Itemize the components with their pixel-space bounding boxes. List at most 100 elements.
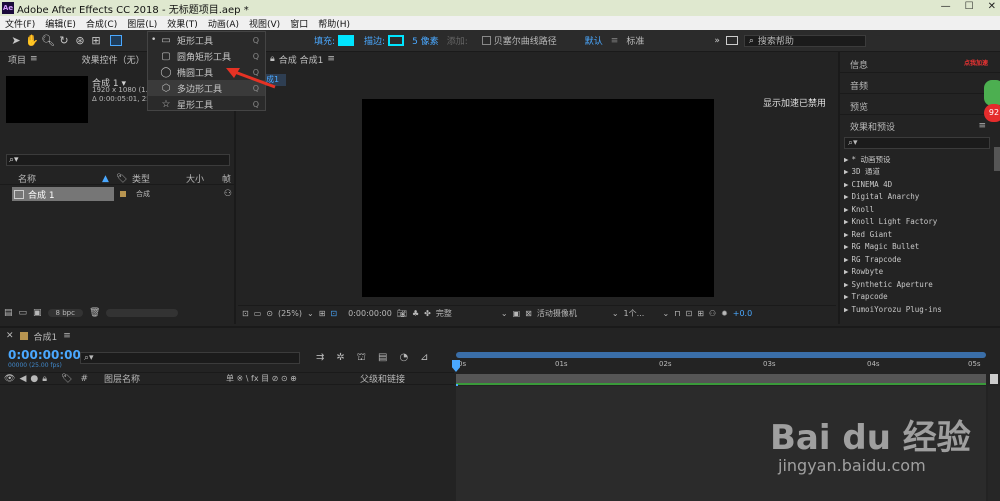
reset-exposure-icon[interactable]: ⊡ [685,309,692,318]
bpc-button[interactable]: 8 bpc [47,309,83,317]
effects-menu-icon[interactable]: ≡ [978,121,986,131]
channel-icon[interactable]: ✤ [424,309,431,318]
effects-presets-title[interactable]: 效果和预设 [850,120,895,133]
more-workspaces-icon[interactable]: » [714,36,720,46]
menu-view[interactable]: 视图(V) [244,17,285,30]
star-tool-item[interactable]: ☆ 星形工具 Q [148,96,265,112]
interpret-footage-icon[interactable]: ▤ [4,308,13,318]
shape-tool-icon[interactable] [110,35,122,46]
quality-select[interactable]: 完整 [436,308,496,319]
effect-category[interactable]: ▶ RG Magic Bullet [840,241,1000,254]
zoom-select[interactable]: (25%) [278,309,302,318]
menu-edit[interactable]: 编辑(E) [40,17,81,30]
comp-mini-flowchart-icon[interactable]: ⇉ [316,352,324,365]
new-folder-icon[interactable]: ▭ [19,308,28,318]
new-comp-icon[interactable]: ▣ [33,308,42,318]
flowchart-view-icon[interactable]: ⚇ [709,309,716,318]
orbit-camera-icon[interactable]: ⊛ [72,34,88,47]
timeline-tab[interactable]: 合成1 [34,330,58,343]
bezier-checkbox[interactable] [481,36,491,45]
add-label[interactable]: 添加: [447,34,468,47]
exposure-value[interactable]: +0.0 [733,309,752,318]
quality-dropdown-icon[interactable]: ⌄ [501,309,508,318]
tab-project[interactable]: 项目 [8,53,26,66]
camera-snapshot-icon[interactable]: 📷︎ [397,309,407,318]
timeline-timecode[interactable]: 0:00:00:00 [8,348,81,362]
project-row[interactable]: 合成 1 合成 ⚇ [12,187,236,201]
project-scrollbar[interactable] [106,309,179,317]
effect-category[interactable]: ▶ Digital Anarchy [840,191,1000,204]
shy-layers-icon[interactable]: ⛫ [357,352,366,365]
timeline-menu-icon[interactable]: ≡ [63,331,71,341]
label-color-swatch[interactable] [120,191,126,197]
flowchart-icon[interactable]: ⚇ [224,189,232,199]
project-search-input[interactable]: ⌕▾ [6,154,230,166]
speed-badge[interactable]: 92 [984,104,1000,122]
comp-menu-icon[interactable]: ≡ [327,54,335,64]
transparency-grid-icon[interactable]: ⊠ [525,309,532,318]
rotate-tool-icon[interactable]: ↻ [56,34,72,47]
region-interest-icon[interactable]: ⊡ [330,309,337,318]
stroke-swatch[interactable] [388,35,405,46]
effect-category[interactable]: ▶ Trapcode [840,291,1000,304]
toggle-pixel-icon[interactable]: ⊓ [674,309,680,318]
effect-category[interactable]: ▶ Knoll Light Factory [840,216,1000,229]
comp-viewer[interactable] [362,99,714,297]
menu-composition[interactable]: 合成(C) [81,17,122,30]
lock-col-icon[interactable]: 🔒︎ [42,374,47,384]
effect-category[interactable]: ▶ Knoll [840,203,1000,216]
close-tab-icon[interactable]: ✕ [6,331,14,341]
close-button[interactable]: ✕ [988,1,996,12]
timeline-vscroll[interactable] [988,386,1000,501]
mascot-icon[interactable] [984,80,1000,106]
work-area-bar[interactable] [456,352,986,358]
effect-category[interactable]: ▶ CINEMA 4D [840,178,1000,191]
col-frame[interactable]: 帧 [222,172,231,185]
project-menu-icon[interactable]: ≡ [30,54,38,64]
timeline-search-input[interactable]: ⌕▾ [80,352,300,364]
menu-animation[interactable]: 动画(A) [203,17,244,30]
tab-effect-controls[interactable]: 效果控件（无） [82,53,145,66]
graph-editor-icon[interactable]: ⊿ [420,352,428,365]
effect-category[interactable]: ▶ Synthetic Aperture [840,278,1000,291]
draft-3d-icon[interactable]: ✲ [336,352,344,365]
col-size[interactable]: 大小 [186,172,222,185]
fill-swatch[interactable] [338,35,355,46]
title-safe-icon[interactable]: ⊞ [319,309,326,318]
col-parent[interactable]: 父级和链接 [360,372,405,385]
workspace-menu-icon[interactable]: ≡ [611,36,619,46]
audio-panel-tab[interactable]: 音频 [840,73,1000,94]
effect-category[interactable]: ▶ Rowbyte [840,266,1000,279]
maximize-button[interactable]: ☐ [965,1,974,12]
stroke-label[interactable]: 描边: [364,34,385,47]
effects-search-input[interactable]: ⌕▾ [844,137,990,149]
help-search-input[interactable]: ⌕ 搜索帮助 [743,34,866,47]
effect-category[interactable]: ▶ Red Giant [840,228,1000,241]
fill-label[interactable]: 填充: [314,34,335,47]
timeline-end-handle[interactable] [990,374,998,384]
views-select[interactable]: 1个... [624,308,658,319]
menu-layer[interactable]: 图层(L) [122,17,162,30]
stroke-width[interactable]: 5 像素 [412,34,439,47]
selection-tool-icon[interactable]: ➤ [8,34,24,47]
camera-select[interactable]: 活动摄像机 [537,308,607,319]
menu-effect[interactable]: 效果(T) [162,17,203,30]
timeline-link-icon[interactable]: ⊞ [697,309,704,318]
zoom-dropdown-icon[interactable]: ⌄ [307,309,314,318]
workspace-standard[interactable]: 标准 [626,34,644,47]
comp-timecode[interactable]: 0:00:00:00 [348,309,392,318]
menu-help[interactable]: 帮助(H) [313,17,355,30]
minimize-button[interactable]: — [941,1,951,12]
solo-icon[interactable]: ● [30,374,38,384]
sort-icon[interactable]: ▲ [102,174,116,184]
trash-icon[interactable]: 🗑︎ [89,308,100,318]
frame-blending-icon[interactable]: ▤ [378,352,387,365]
views-dropdown-icon[interactable]: ⌄ [663,309,670,318]
workspace-default[interactable]: 默认 [585,34,603,47]
always-preview-icon[interactable]: ⊡ [242,309,249,318]
effect-category[interactable]: ▶ TumoiYorozu Plug-ins [840,303,1000,316]
pan-behind-tool-icon[interactable]: ⊞ [88,34,104,47]
col-type[interactable]: 类型 [132,172,186,185]
menu-file[interactable]: 文件(F) [0,17,40,30]
zoom-tool-icon[interactable]: 🔍︎ [40,34,56,47]
